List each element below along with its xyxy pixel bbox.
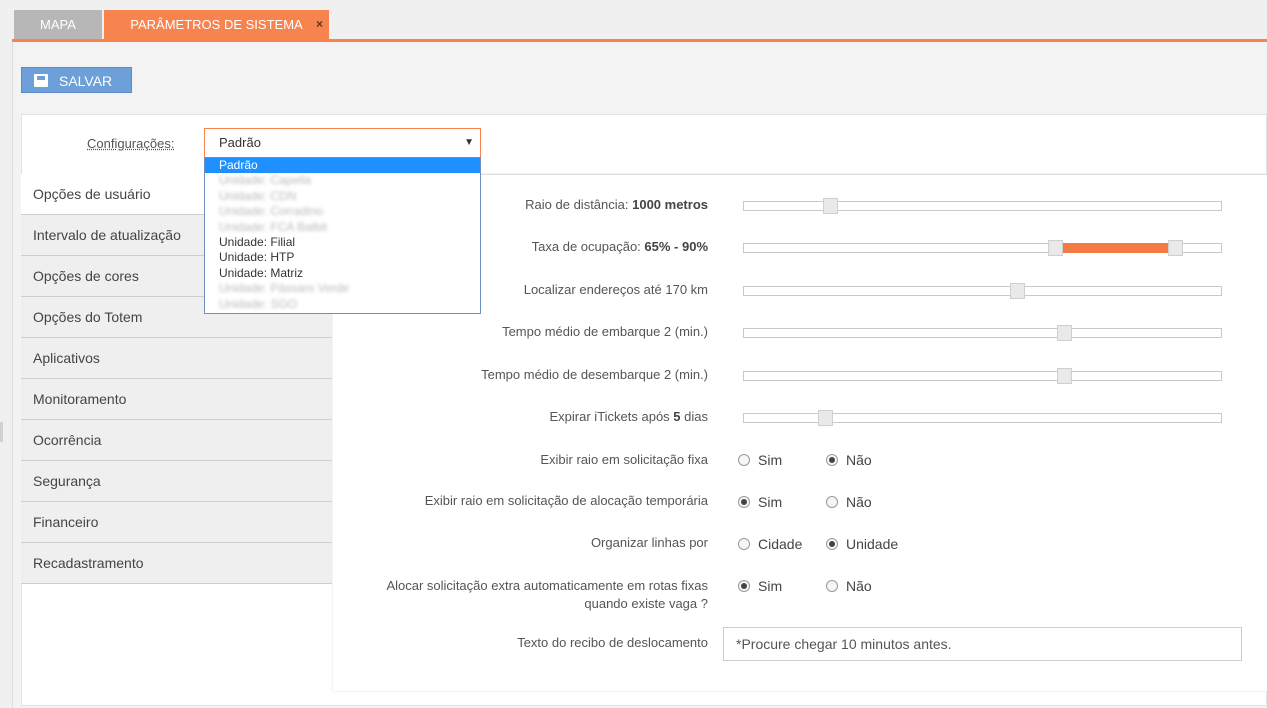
sidebar-item-financeiro[interactable]: Financeiro bbox=[21, 502, 332, 543]
exibir-fixa-nao-radio[interactable]: Não bbox=[826, 452, 872, 468]
embarque-slider[interactable] bbox=[743, 325, 1222, 341]
exibir-fixa-label: Exibir raio em solicitação fixa bbox=[540, 452, 708, 467]
embarque-label: Tempo médio de embarque 2 (min.) bbox=[502, 324, 708, 339]
close-icon[interactable]: × bbox=[316, 10, 323, 39]
radio-label: Sim bbox=[758, 452, 783, 468]
alocar-label-line2: quando existe vaga ? bbox=[584, 596, 708, 611]
desembarque-slider-handle[interactable] bbox=[1057, 368, 1073, 384]
dropdown-option[interactable]: Unidade: FCA Balbit bbox=[205, 220, 480, 235]
radio-label: Sim bbox=[758, 578, 783, 594]
itickets-prefix: Expirar iTickets após bbox=[549, 409, 674, 424]
chevron-down-icon: ▼ bbox=[464, 137, 474, 148]
taxa-prefix: Taxa de ocupação: bbox=[531, 239, 645, 254]
edge-handle bbox=[0, 422, 3, 442]
tab-bar: MAPA PARÂMETROS DE SISTEMA × bbox=[0, 0, 1267, 42]
taxa-slider[interactable] bbox=[743, 240, 1222, 256]
tab-parametros-de-sistema[interactable]: PARÂMETROS DE SISTEMA × bbox=[104, 10, 329, 39]
radio-label: Cidade bbox=[758, 536, 803, 552]
localizar-slider-handle[interactable] bbox=[1009, 283, 1025, 299]
taxa-value: 65% - 90% bbox=[644, 239, 708, 254]
raio-slider-handle[interactable] bbox=[822, 198, 838, 214]
raio-slider[interactable] bbox=[743, 198, 1222, 214]
taxa-slider-range bbox=[1055, 243, 1176, 253]
radio-icon bbox=[826, 496, 838, 508]
dropdown-option[interactable]: Unidade: Pássaro Verde bbox=[205, 281, 480, 296]
radio-icon bbox=[738, 496, 750, 508]
alocar-label-line1: Alocar solicitação extra automaticamente… bbox=[386, 578, 708, 593]
localizar-slider[interactable] bbox=[743, 283, 1222, 299]
tab-label: PARÂMETROS DE SISTEMA bbox=[130, 17, 303, 32]
save-label: SALVAR bbox=[59, 73, 113, 89]
localizar-label: Localizar endereços até 170 km bbox=[523, 282, 708, 297]
save-icon bbox=[34, 74, 48, 87]
exibir-temp-label: Exibir raio em solicitação de alocação t… bbox=[424, 493, 708, 508]
exibir-temp-sim-radio[interactable]: Sim bbox=[738, 494, 782, 510]
taxa-slider-handle-min[interactable] bbox=[1047, 240, 1063, 256]
config-select-value: Padrão bbox=[219, 135, 261, 150]
dropdown-option[interactable]: Unidade: Matriz bbox=[205, 266, 480, 281]
config-label: Configurações: bbox=[87, 136, 175, 151]
sidebar-item-ocorrencia[interactable]: Ocorrência bbox=[21, 420, 332, 461]
config-select[interactable]: Padrão ▼ bbox=[204, 128, 481, 158]
sidebar-item-monitoramento[interactable]: Monitoramento bbox=[21, 379, 332, 420]
dropdown-option[interactable]: Unidade: SGO bbox=[205, 297, 480, 312]
sidebar-item-aplicativos[interactable]: Aplicativos bbox=[21, 338, 332, 379]
radio-icon bbox=[738, 538, 750, 550]
taxa-slider-handle-max[interactable] bbox=[1167, 240, 1183, 256]
radio-icon bbox=[826, 580, 838, 592]
recibo-text-input[interactable]: *Procure chegar 10 minutos antes. bbox=[723, 627, 1242, 661]
alocar-label: Alocar solicitação extra automaticamente… bbox=[386, 577, 708, 613]
save-button[interactable]: SALVAR bbox=[21, 67, 132, 93]
itickets-suffix: dias bbox=[680, 409, 708, 424]
desembarque-slider[interactable] bbox=[743, 368, 1222, 384]
dropdown-option[interactable]: Unidade: CDN bbox=[205, 189, 480, 204]
exibir-fixa-sim-radio[interactable]: Sim bbox=[738, 452, 782, 468]
radio-label: Não bbox=[846, 494, 872, 510]
radio-label: Não bbox=[846, 452, 872, 468]
dropdown-option[interactable]: Padrão bbox=[205, 158, 480, 174]
config-dropdown-list: Padrão Unidade: Capella Unidade: CDN Uni… bbox=[204, 157, 481, 314]
recibo-label: Texto do recibo de deslocamento bbox=[517, 635, 708, 650]
sidebar-item-recadastramento[interactable]: Recadastramento bbox=[21, 543, 332, 584]
dropdown-option[interactable]: Unidade: Filial bbox=[205, 235, 480, 250]
radio-label: Sim bbox=[758, 494, 783, 510]
radio-icon bbox=[738, 580, 750, 592]
radio-label: Unidade bbox=[846, 536, 899, 552]
sidebar-item-seguranca[interactable]: Segurança bbox=[21, 461, 332, 502]
dropdown-option[interactable]: Unidade: Capella bbox=[205, 173, 480, 188]
itickets-value: 5 bbox=[673, 409, 681, 424]
raio-prefix: Raio de distância: bbox=[525, 197, 633, 212]
itickets-label: Expirar iTickets após 5 dias bbox=[550, 409, 708, 424]
radio-icon bbox=[738, 454, 750, 466]
radio-label: Não bbox=[846, 578, 872, 594]
alocar-nao-radio[interactable]: Não bbox=[826, 578, 872, 594]
itickets-slider-handle[interactable] bbox=[817, 410, 833, 426]
radio-icon bbox=[826, 538, 838, 550]
taxa-label: Taxa de ocupação: 65% - 90% bbox=[532, 239, 708, 254]
organizar-unidade-radio[interactable]: Unidade bbox=[826, 536, 898, 552]
radio-icon bbox=[826, 454, 838, 466]
embarque-slider-handle[interactable] bbox=[1057, 325, 1073, 341]
organizar-cidade-radio[interactable]: Cidade bbox=[738, 536, 802, 552]
itickets-slider[interactable] bbox=[743, 410, 1222, 426]
raio-label: Raio de distância: 1000 metros bbox=[525, 197, 708, 212]
organizar-label: Organizar linhas por bbox=[590, 535, 708, 550]
tab-mapa[interactable]: MAPA bbox=[14, 10, 102, 39]
alocar-sim-radio[interactable]: Sim bbox=[738, 578, 782, 594]
desembarque-label: Tempo médio de desembarque 2 (min.) bbox=[481, 367, 708, 382]
raio-value: 1000 metros bbox=[632, 197, 708, 212]
dropdown-option[interactable]: Unidade: HTP bbox=[205, 250, 480, 265]
dropdown-option[interactable]: Unidade: Corradino bbox=[205, 204, 480, 219]
exibir-temp-nao-radio[interactable]: Não bbox=[826, 494, 872, 510]
